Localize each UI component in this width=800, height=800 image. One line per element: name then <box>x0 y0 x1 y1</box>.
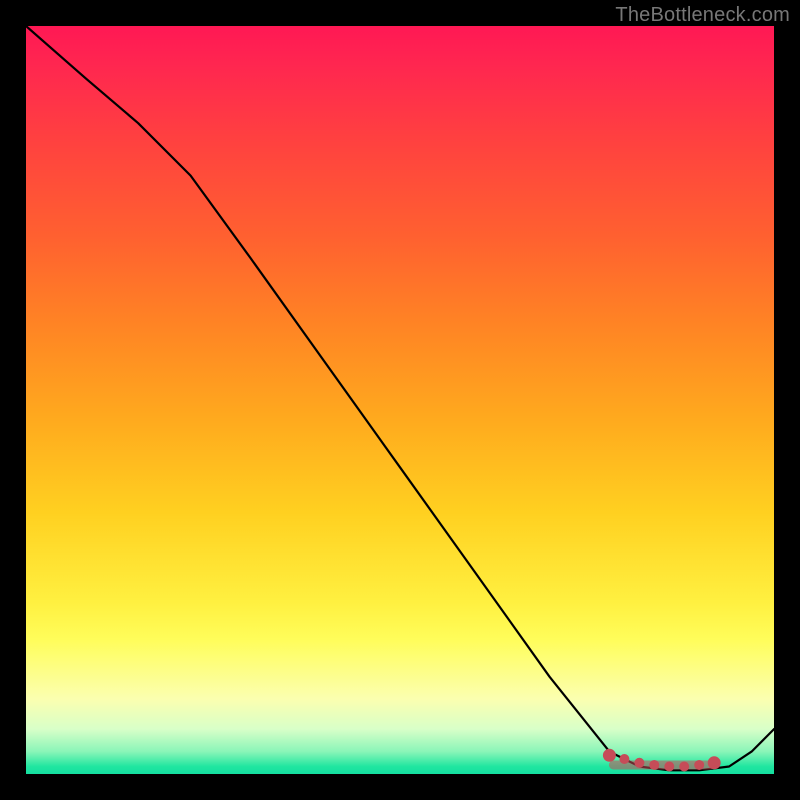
marker-dot <box>634 758 644 768</box>
marker-dots <box>603 749 721 772</box>
marker-dot <box>679 762 689 772</box>
marker-dot <box>649 760 659 770</box>
watermark-text: TheBottleneck.com <box>615 4 790 27</box>
marker-dot <box>619 754 629 764</box>
chart-stage: TheBottleneck.com <box>0 0 800 800</box>
marker-endcap <box>603 749 616 762</box>
chart-svg <box>26 26 774 774</box>
plot-area <box>26 26 774 774</box>
curve-line <box>26 26 774 770</box>
marker-dot <box>694 760 704 770</box>
bottleneck-curve <box>26 26 774 770</box>
marker-dot <box>664 762 674 772</box>
marker-endcap <box>708 756 721 769</box>
